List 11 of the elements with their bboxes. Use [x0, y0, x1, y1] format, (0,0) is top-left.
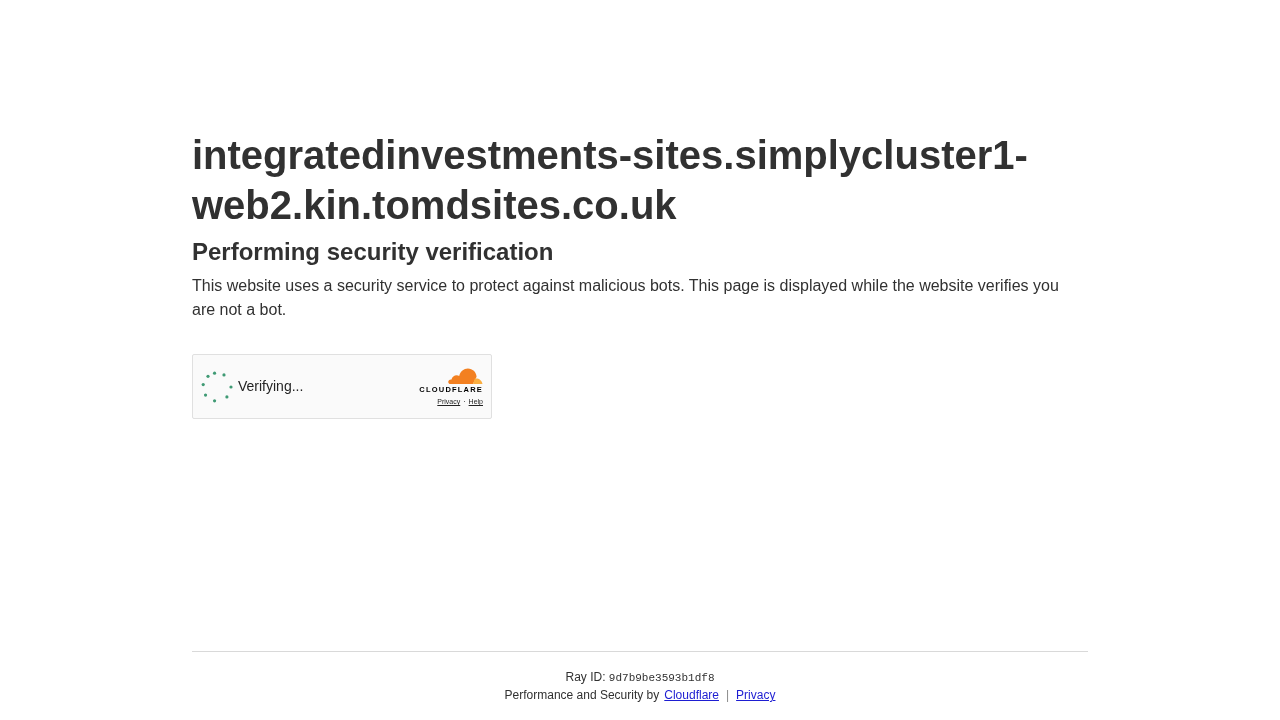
- loading-spinner-icon: [201, 370, 233, 403]
- ray-id-text: Ray ID: 9d7b9be3593b1df8: [565, 669, 715, 686]
- page-title: integratedinvestments-sites.simplycluster1-web2.kin.tomdsites.co.uk: [192, 132, 1029, 229]
- footer-separator: |: [725, 687, 731, 704]
- description-text: This website uses a security service to protect against malicious bots. This page is displayed while the website verifies you are not a bot.: [192, 276, 1060, 320]
- footer-link[interactable]: Privacy: [736, 687, 776, 704]
- section-heading: Performing security verification: [192, 237, 555, 267]
- cloud-logo-icon: [446, 367, 483, 385]
- verifying-status-text: Verifying...: [238, 377, 304, 396]
- footer-link[interactable]: Cloudflare: [664, 687, 719, 704]
- credit-text: Performance and Security by: [504, 687, 660, 704]
